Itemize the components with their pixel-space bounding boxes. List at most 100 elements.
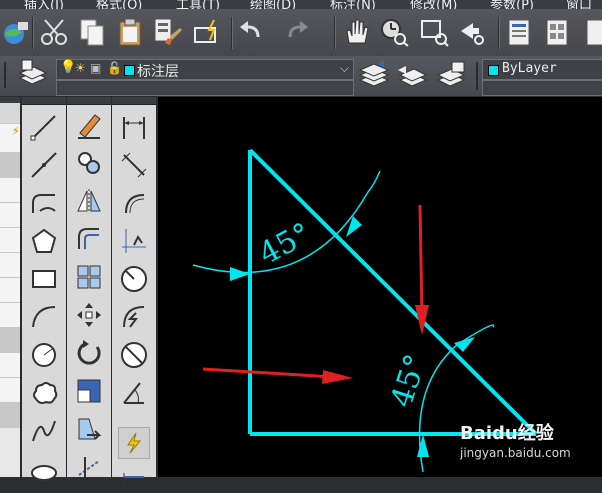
line-tool[interactable] — [28, 111, 60, 143]
baseline-dimension-tool[interactable] — [118, 461, 150, 493]
panel-row[interactable] — [0, 203, 20, 228]
array-icon — [77, 265, 101, 289]
aligned-dimension-icon — [121, 152, 147, 178]
menu-insert[interactable]: 插入(I) — [24, 0, 64, 9]
red-arrow-horizontal-head — [322, 370, 353, 384]
trim-tool[interactable] — [73, 451, 105, 483]
construction-line-tool[interactable] — [28, 149, 60, 181]
copy-button[interactable] — [76, 14, 108, 50]
mirror-icon — [77, 189, 101, 213]
tool-palettes-button[interactable] — [580, 14, 602, 50]
panel-row[interactable] — [0, 303, 20, 328]
publish-button[interactable] — [0, 14, 32, 50]
array-tool[interactable] — [73, 261, 105, 293]
diameter-dimension-tool[interactable] — [118, 339, 150, 371]
line-icon — [30, 115, 56, 141]
menu-format[interactable]: 格式(O) — [96, 0, 142, 9]
hand-icon — [346, 19, 369, 44]
design-center-button[interactable] — [542, 14, 574, 50]
baseline-icon — [123, 473, 144, 485]
baidu-watermark-url: jingyan.baidu.com — [460, 446, 571, 460]
scale-tool[interactable] — [73, 375, 105, 407]
undo-button[interactable] — [236, 14, 268, 50]
linear-dimension-icon — [123, 117, 145, 139]
angular-dimension-tool[interactable] — [118, 377, 150, 409]
zoom-window-button[interactable] — [418, 14, 450, 50]
rectangle-tool[interactable] — [28, 263, 60, 295]
arc-length-icon — [125, 194, 145, 214]
spline-tool[interactable] — [28, 415, 60, 447]
menu-tools[interactable]: 工具(T) — [176, 0, 220, 9]
layer-manager-icon[interactable] — [16, 58, 50, 92]
menu-parameters[interactable]: 参数(P) — [490, 0, 534, 9]
panel-row[interactable] — [0, 178, 20, 203]
mirror-tool[interactable] — [73, 185, 105, 217]
move-tool[interactable] — [73, 299, 105, 331]
aligned-dimension-tool[interactable] — [118, 149, 150, 181]
stretch-tool[interactable] — [73, 413, 105, 445]
upper-dimension-arrowhead-left — [230, 267, 250, 281]
stretch-icon — [78, 418, 102, 440]
ordinate-dimension-tool[interactable] — [118, 225, 150, 257]
zoom-previous-button[interactable] — [456, 14, 488, 50]
redo-icon — [288, 21, 308, 38]
pentagon-icon — [31, 228, 57, 253]
design-center-icon — [546, 19, 568, 46]
panel-row[interactable] — [0, 228, 20, 253]
revision-cloud-tool[interactable] — [28, 377, 60, 409]
offset-tool[interactable] — [73, 223, 105, 255]
menu-window[interactable]: 窗口 — [566, 0, 592, 9]
eraser-icon — [78, 114, 101, 139]
pan-button[interactable] — [340, 14, 372, 50]
cloud-icon — [33, 382, 58, 404]
menu-dimension[interactable]: 标注(N) — [330, 0, 376, 9]
polygon-tool[interactable] — [28, 225, 60, 257]
properties-button[interactable] — [504, 14, 536, 50]
panel-row[interactable] — [0, 253, 20, 278]
arc-tool[interactable] — [28, 301, 60, 333]
redo-button[interactable] — [282, 14, 314, 50]
copy-object-tool[interactable] — [73, 147, 105, 179]
lightning-icon — [127, 432, 142, 454]
cut-button[interactable] — [38, 14, 70, 50]
block-editor-button[interactable] — [192, 14, 224, 50]
paste-button[interactable] — [114, 14, 146, 50]
ordinate-icon — [122, 229, 146, 253]
polyline-tool[interactable] — [28, 187, 60, 219]
toolbar-grip-icon — [4, 62, 6, 88]
match-properties-button[interactable] — [152, 14, 184, 50]
quick-dimension-tool[interactable] — [118, 427, 150, 459]
unlock-icon: 🔓 — [107, 61, 122, 75]
quick-select-icon[interactable]: ⚡ — [12, 124, 20, 138]
arc-length-tool[interactable] — [118, 187, 150, 219]
panel-row[interactable] — [0, 278, 20, 303]
linear-dimension-tool[interactable] — [118, 111, 150, 143]
jogged-icon — [123, 306, 145, 328]
menu-modify[interactable]: 修改(M) — [410, 0, 457, 9]
circle-icon — [32, 343, 56, 367]
draw-toolbar — [22, 97, 67, 481]
erase-tool[interactable] — [73, 109, 105, 141]
dimension-toolbar — [112, 97, 157, 485]
polyline-icon — [32, 194, 56, 213]
panel-row[interactable] — [0, 353, 20, 378]
layer-dropdown[interactable]: 💡 ☀ ▣ 🔓 标注层 ⌵ — [56, 59, 354, 80]
block-editor-icon — [194, 19, 216, 43]
rotate-tool[interactable] — [73, 337, 105, 369]
make-current-layer-icon[interactable] — [358, 60, 392, 92]
zoom-realtime-button[interactable] — [378, 14, 410, 50]
zoom-clock-icon — [381, 19, 409, 47]
jogged-dimension-tool[interactable] — [118, 301, 150, 333]
layers-toolbar: 💡 ☀ ▣ 🔓 标注层 ⌵ ByLayer — [0, 56, 602, 97]
radius-dimension-tool[interactable] — [118, 263, 150, 295]
layer-states-icon[interactable] — [434, 60, 468, 92]
drawing-canvas[interactable]: 45° 45° Baidu经验 jingyan.baidu.com — [158, 97, 602, 477]
panel-row[interactable] — [0, 378, 20, 403]
ellipse-tool[interactable] — [28, 453, 60, 485]
circle-tool[interactable] — [28, 339, 60, 371]
color-control-dropdown[interactable]: ByLayer — [482, 59, 602, 80]
toolbar-grip-icon — [476, 62, 478, 90]
menu-draw[interactable]: 绘图(D) — [250, 0, 296, 9]
layer-previous-icon[interactable] — [396, 60, 430, 92]
bylayer-color-swatch — [488, 65, 499, 76]
